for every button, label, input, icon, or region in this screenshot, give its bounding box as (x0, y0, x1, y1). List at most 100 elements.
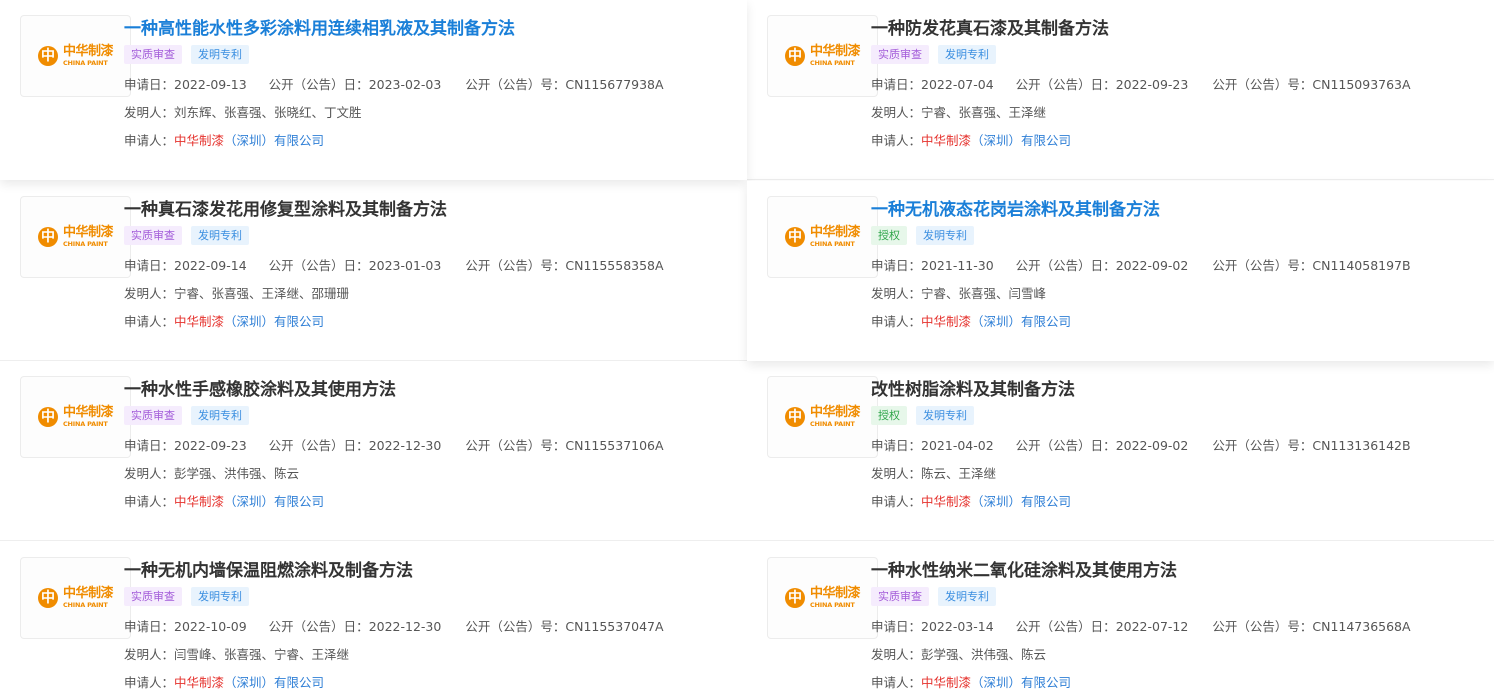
publication-date-value: 2022-09-02 (1115, 258, 1189, 273)
inventors-label: 发明人： (871, 466, 922, 481)
patent-meta: 申请日：2021-04-02 公开（公告）日：2022-09-02 公开（公告）号：… (871, 435, 1411, 454)
patent-tags: 实质审查 发明专利 (124, 406, 258, 425)
applicant-link[interactable]: 中华制漆 (174, 494, 224, 509)
apply-date-value: 2022-03-14 (921, 619, 994, 634)
applicant: 申请人：中华制漆（深圳）有限公司 (124, 130, 324, 149)
patent-card[interactable]: 中中华制漆 CHINA PAINT 改性树脂涂料及其制备方法 授权 发明专利 申请日：20… (747, 361, 1494, 541)
inventors-value: 彭学强、洪伟强、陈云 (174, 466, 300, 481)
applicant: 申请人：中华制漆（深圳）有限公司 (124, 491, 324, 510)
publication-date-value: 2022-09-02 (1115, 438, 1189, 453)
publication-number-value: CN113136142B (1312, 438, 1411, 453)
publication-date-label: 公开（公告）日： (268, 77, 369, 92)
patent-title-link[interactable]: 一种高性能水性多彩涂料用连续相乳液及其制备方法 (124, 14, 515, 39)
applicant-link-suffix[interactable]: （深圳）有限公司 (971, 675, 1071, 690)
apply-date-label: 申请日： (871, 77, 922, 92)
publication-number-value: CN115558358A (565, 258, 664, 273)
applicant-link[interactable]: 中华制漆 (921, 314, 971, 329)
patent-title-link[interactable]: 一种防发花真石漆及其制备方法 (871, 14, 1109, 39)
patent-title-link[interactable]: 一种无机内墙保温阻燃涂料及制备方法 (124, 556, 413, 581)
publication-date-label: 公开（公告）日： (268, 438, 369, 453)
publication-date: 公开（公告）日：2022-09-02 (1016, 435, 1189, 454)
status-tag[interactable]: 实质审查 (124, 587, 182, 606)
patent-card[interactable]: 中中华制漆 CHINA PAINT 一种水性手感橡胶涂料及其使用方法 实质审查 发明专利… (0, 361, 747, 541)
patent-meta: 申请日：2022-03-14 公开（公告）日：2022-07-12 公开（公告）号：… (871, 616, 1411, 635)
applicant-label: 申请人： (871, 494, 922, 509)
patent-title-link[interactable]: 一种真石漆发花用修复型涂料及其制备方法 (124, 195, 447, 220)
applicant-label: 申请人： (124, 133, 175, 148)
publication-date: 公开（公告）日：2022-09-23 (1016, 74, 1189, 93)
publication-number-value: CN115677938A (565, 77, 664, 92)
patent-card[interactable]: 中中华制漆 CHINA PAINT 一种无机液态花岗岩涂料及其制备方法 授权 发明专利申… (747, 181, 1494, 361)
applicant-link[interactable]: 中华制漆 (174, 314, 224, 329)
logo-cn-text: 中华制漆 (62, 405, 114, 421)
logo-text: 中华制漆 CHINA PAINT (810, 45, 861, 67)
logo-cn-text: 中华制漆 (809, 586, 861, 602)
applicant-link-suffix[interactable]: （深圳）有限公司 (224, 314, 324, 329)
patent-type-tag[interactable]: 发明专利 (916, 226, 974, 245)
status-tag[interactable]: 实质审查 (871, 587, 929, 606)
apply-date-value: 2022-09-13 (174, 77, 247, 92)
applicant-link-suffix[interactable]: （深圳）有限公司 (971, 314, 1071, 329)
china-paint-logo-icon: 中 (37, 227, 58, 247)
status-tag[interactable]: 实质审查 (124, 226, 182, 245)
publication-number-value: CN115537047A (565, 619, 664, 634)
applicant-link-suffix[interactable]: （深圳）有限公司 (224, 133, 324, 148)
patent-type-tag[interactable]: 发明专利 (191, 587, 249, 606)
logo-en-text: CHINA PAINT (62, 240, 108, 249)
patent-title-link[interactable]: 一种水性纳米二氧化硅涂料及其使用方法 (871, 556, 1177, 581)
inventors-label: 发明人： (871, 647, 922, 662)
applicant-link[interactable]: 中华制漆 (921, 133, 971, 148)
publication-date-value: 2023-01-03 (368, 258, 442, 273)
applicant-link[interactable]: 中华制漆 (921, 494, 971, 509)
publication-number: 公开（公告）号：CN115677938A (465, 74, 663, 93)
publication-date: 公开（公告）日：2022-07-12 (1016, 616, 1189, 635)
applicant-link-suffix[interactable]: （深圳）有限公司 (224, 675, 324, 690)
patent-tags: 实质审查 发明专利 (871, 45, 1005, 64)
patent-card[interactable]: 中中华制漆 CHINA PAINT 一种真石漆发花用修复型涂料及其制备方法 实质审查发… (0, 181, 747, 361)
publication-number-label: 公开（公告）号： (1212, 77, 1313, 92)
patent-card[interactable]: 中中华制漆 CHINA PAINT 一种高性能水性多彩涂料用连续相乳液及其制备方法实… (0, 0, 747, 180)
patent-card[interactable]: 中中华制漆 CHINA PAINT 一种无机内墙保温阻燃涂料及制备方法 实质审查 发明专… (0, 542, 747, 700)
inventors-label: 发明人： (124, 286, 175, 301)
applicant: 申请人：中华制漆（深圳）有限公司 (124, 672, 324, 691)
publication-number: 公开（公告）号：CN114736568A (1212, 616, 1410, 635)
apply-date: 申请日：2022-03-14 (871, 616, 994, 635)
status-tag[interactable]: 实质审查 (124, 406, 182, 425)
applicant-link[interactable]: 中华制漆 (174, 675, 224, 690)
patent-tags: 实质审查 发明专利 (871, 587, 1005, 606)
status-tag[interactable]: 授权 (871, 226, 907, 245)
applicant-link-suffix[interactable]: （深圳）有限公司 (971, 133, 1071, 148)
applicant: 申请人：中华制漆（深圳）有限公司 (871, 130, 1071, 149)
patent-title-link[interactable]: 一种水性手感橡胶涂料及其使用方法 (124, 375, 396, 400)
patent-meta: 申请日：2022-10-09 公开（公告）日：2022-12-30 公开（公告）号：… (124, 616, 664, 635)
patent-card[interactable]: 中中华制漆 CHINA PAINT 一种防发花真石漆及其制备方法 实质审查 发明专利 申请… (747, 0, 1494, 180)
patent-type-tag[interactable]: 发明专利 (191, 226, 249, 245)
applicant-link[interactable]: 中华制漆 (921, 675, 971, 690)
applicant-label: 申请人： (871, 675, 922, 690)
status-tag[interactable]: 实质审查 (124, 45, 182, 64)
apply-date-label: 申请日： (124, 438, 175, 453)
patent-title-link[interactable]: 改性树脂涂料及其制备方法 (871, 375, 1075, 400)
china-paint-logo-icon: 中 (784, 46, 805, 66)
logo-text: 中华制漆 CHINA PAINT (63, 45, 114, 67)
publication-number-label: 公开（公告）号： (1212, 619, 1313, 634)
patent-type-tag[interactable]: 发明专利 (191, 406, 249, 425)
apply-date-label: 申请日： (871, 619, 922, 634)
publication-number-label: 公开（公告）号： (1212, 438, 1313, 453)
apply-date: 申请日：2022-07-04 (871, 74, 994, 93)
applicant-link-suffix[interactable]: （深圳）有限公司 (971, 494, 1071, 509)
applicant-link-suffix[interactable]: （深圳）有限公司 (224, 494, 324, 509)
patent-type-tag[interactable]: 发明专利 (916, 406, 974, 425)
patent-tags: 授权 发明专利 (871, 406, 983, 425)
patent-type-tag[interactable]: 发明专利 (938, 587, 996, 606)
patent-type-tag[interactable]: 发明专利 (938, 45, 996, 64)
inventors: 发明人：彭学强、洪伟强、陈云 (124, 463, 299, 482)
china-paint-logo-icon: 中 (784, 227, 805, 247)
patent-type-tag[interactable]: 发明专利 (191, 45, 249, 64)
patent-card[interactable]: 中中华制漆 CHINA PAINT 一种水性纳米二氧化硅涂料及其使用方法 实质审查 发明… (747, 542, 1494, 700)
status-tag[interactable]: 实质审查 (871, 45, 929, 64)
patent-title-link[interactable]: 一种无机液态花岗岩涂料及其制备方法 (871, 195, 1160, 220)
status-tag[interactable]: 授权 (871, 406, 907, 425)
applicant-link[interactable]: 中华制漆 (174, 133, 224, 148)
publication-date-label: 公开（公告）日： (1015, 619, 1116, 634)
